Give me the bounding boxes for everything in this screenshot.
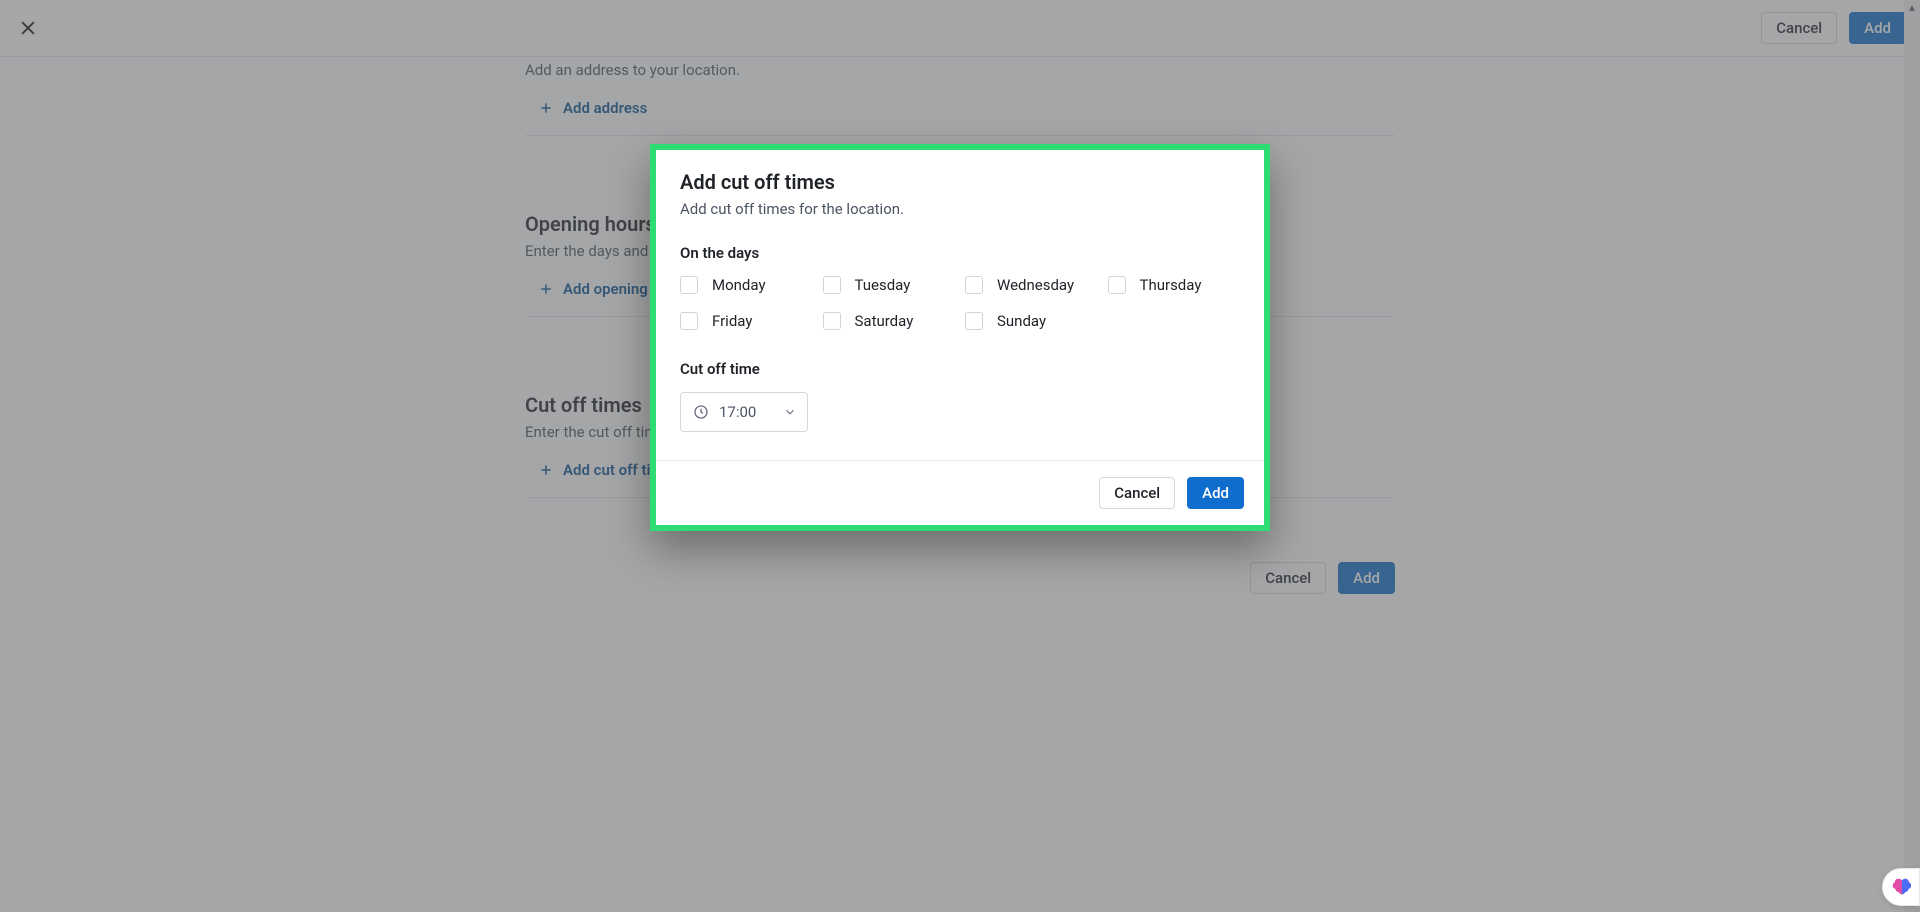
- days-group-label: On the days: [680, 244, 1240, 262]
- checkbox-icon: [680, 312, 698, 330]
- day-label: Thursday: [1140, 276, 1202, 294]
- modal-add-label: Add: [1202, 486, 1229, 501]
- checkbox-icon: [965, 276, 983, 294]
- time-group-label: Cut off time: [680, 360, 1240, 378]
- day-label: Wednesday: [997, 276, 1074, 294]
- day-label: Friday: [712, 312, 752, 330]
- modal-cancel-label: Cancel: [1114, 486, 1160, 501]
- day-friday[interactable]: Friday: [680, 312, 813, 330]
- cutoff-time-select[interactable]: 17:00: [680, 392, 808, 432]
- modal-footer: Cancel Add: [656, 460, 1264, 525]
- modal-body: Add cut off times Add cut off times for …: [656, 150, 1264, 460]
- modal-add-button[interactable]: Add: [1187, 477, 1244, 509]
- day-label: Tuesday: [855, 276, 911, 294]
- modal-title: Add cut off times: [680, 170, 1240, 194]
- checkbox-icon: [965, 312, 983, 330]
- modal-cancel-button[interactable]: Cancel: [1099, 477, 1175, 509]
- cutoff-modal: Add cut off times Add cut off times for …: [650, 144, 1270, 531]
- day-monday[interactable]: Monday: [680, 276, 813, 294]
- checkbox-icon: [823, 276, 841, 294]
- day-label: Monday: [712, 276, 766, 294]
- day-sunday[interactable]: Sunday: [965, 312, 1098, 330]
- day-thursday[interactable]: Thursday: [1108, 276, 1241, 294]
- modal-subtitle: Add cut off times for the location.: [680, 200, 1240, 218]
- day-label: Sunday: [997, 312, 1046, 330]
- checkbox-icon: [1108, 276, 1126, 294]
- checkbox-icon: [680, 276, 698, 294]
- clock-icon: [693, 404, 709, 420]
- day-tuesday[interactable]: Tuesday: [823, 276, 956, 294]
- cutoff-time-value: 17:00: [719, 403, 773, 421]
- days-grid: Monday Tuesday Wednesday Thursday Friday…: [680, 276, 1240, 330]
- day-label: Saturday: [855, 312, 914, 330]
- chevron-down-icon: [783, 405, 797, 419]
- day-saturday[interactable]: Saturday: [823, 312, 956, 330]
- assistant-widget[interactable]: [1882, 868, 1920, 906]
- checkbox-icon: [823, 312, 841, 330]
- brain-icon: [1890, 876, 1912, 898]
- day-wednesday[interactable]: Wednesday: [965, 276, 1098, 294]
